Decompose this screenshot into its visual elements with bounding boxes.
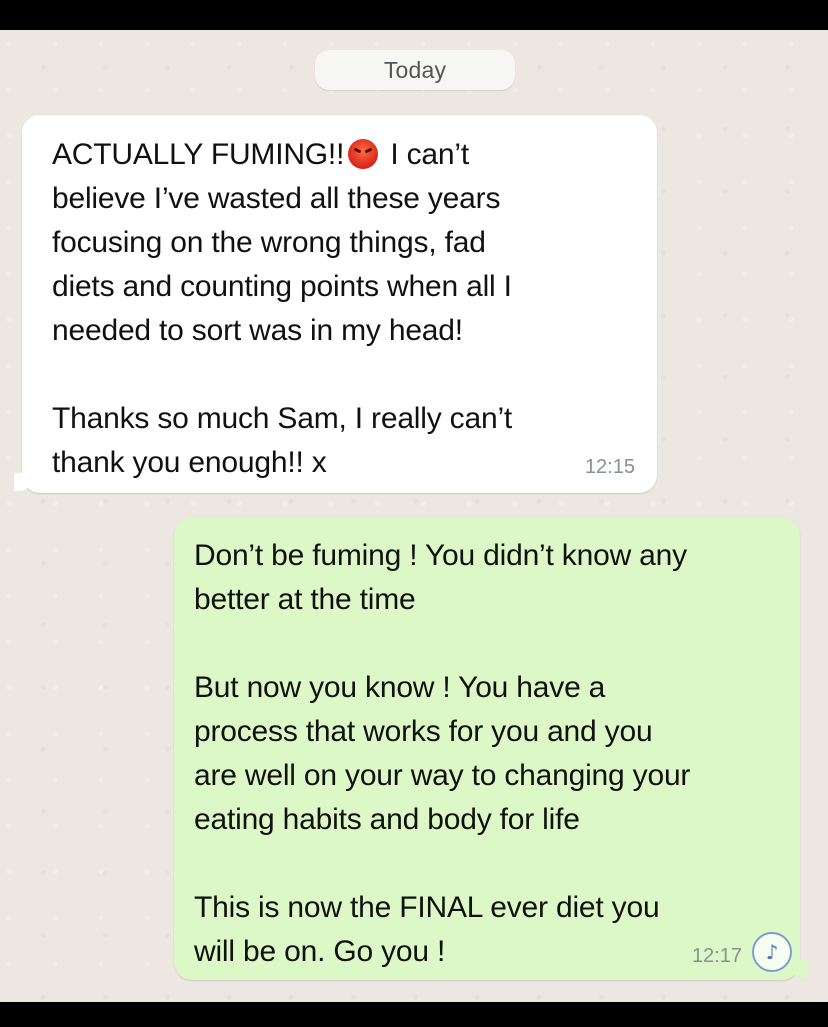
message-timestamp: 12:15 — [584, 456, 635, 478]
message-bubble-outgoing[interactable]: Don’t be fuming ! You didn’t know any be… — [174, 518, 808, 980]
message-text: Don’t be fuming ! You didn’t know any be… — [194, 539, 691, 968]
pouting-face-icon — [348, 139, 379, 169]
message-text-part: I can’t believe I’ve wasted all these ye… — [52, 138, 513, 479]
date-separator: Today — [315, 50, 515, 90]
badge-glyph: ♪ — [765, 940, 779, 964]
message-bubble-incoming[interactable]: ACTUALLY FUMING!! I can’t believe I’ve w… — [14, 115, 657, 493]
message-text-part: ACTUALLY FUMING!! — [52, 138, 345, 171]
message-timestamp: 12:17 — [691, 945, 742, 967]
music-note-icon: ♪ — [752, 932, 792, 972]
message-text: ACTUALLY FUMING!! I can’t believe I’ve w… — [52, 133, 632, 485]
top-black-bar — [0, 0, 828, 30]
date-label: Today — [383, 56, 447, 83]
bottom-black-bar — [0, 1002, 828, 1027]
